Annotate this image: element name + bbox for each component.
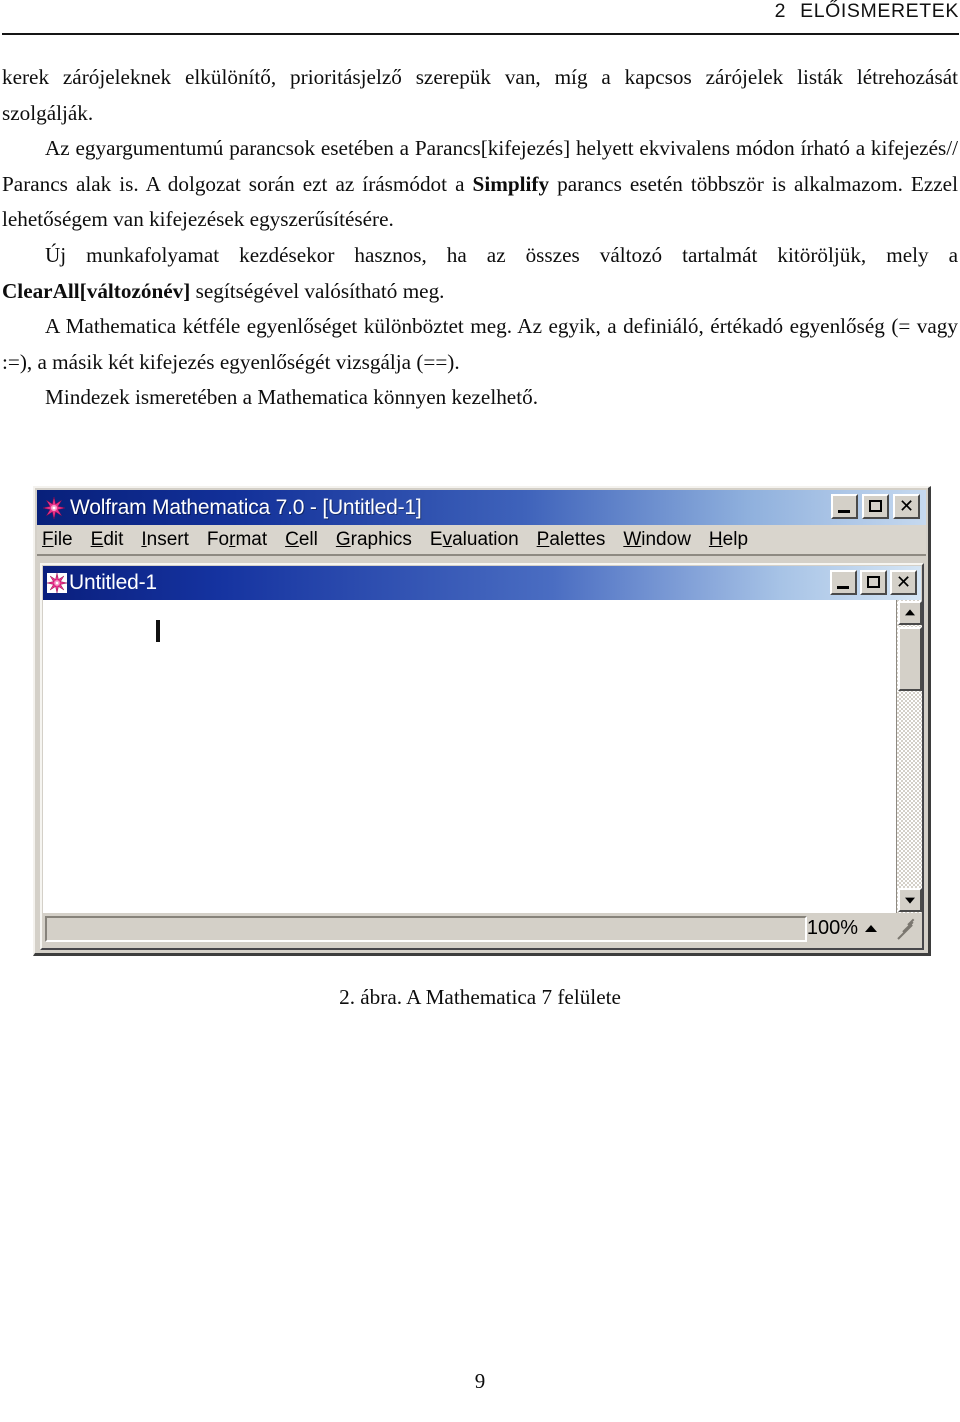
menu-item-file[interactable]: File <box>42 529 73 551</box>
notebook-titlebar[interactable]: Untitled-1 ✕ <box>43 566 921 600</box>
minimize-icon <box>837 586 849 589</box>
figure-caption: 2. ábra. A Mathematica 7 felülete <box>339 985 621 1009</box>
menu-item-evaluation[interactable]: Evaluation <box>430 529 519 551</box>
text-run: Mindezek ismeretében a Mathematica könny… <box>45 385 538 410</box>
running-head-section-number: 2 <box>774 0 787 22</box>
emphasis-run: ClearAll[változónév] <box>2 278 191 303</box>
paragraph-4: A Mathematica kétféle egyenlőséget külön… <box>2 309 958 380</box>
paragraph-5: Mindezek ismeretében a Mathematica könny… <box>2 380 958 416</box>
page-number: 9 <box>474 1369 486 1393</box>
body-text: kerek zárójeleknek elkülönítő, prioritás… <box>2 60 958 416</box>
minimize-button[interactable] <box>831 494 858 519</box>
menu-item-help[interactable]: Help <box>709 529 748 551</box>
mathematica-spikey-icon <box>43 496 65 519</box>
maximize-icon <box>867 576 880 588</box>
resize-grip-icon[interactable] <box>894 918 918 944</box>
scrollbar-thumb[interactable] <box>898 627 922 691</box>
menu-item-palettes[interactable]: Palettes <box>537 529 606 551</box>
text-run: Új munkafolyamat kezdésekor hasznos, ha … <box>45 242 958 267</box>
notebook-minimize-button[interactable] <box>830 570 857 595</box>
triangle-down-icon <box>905 897 915 904</box>
maximize-icon <box>869 500 882 512</box>
text-run: A Mathematica kétféle egyenlőséget külön… <box>2 314 958 374</box>
close-icon: ✕ <box>898 496 915 516</box>
paragraph-2: Az egyargumentumú parancsok esetében a P… <box>2 131 958 238</box>
triangle-up-icon <box>905 609 915 616</box>
scroll-down-button[interactable] <box>898 888 922 912</box>
notebook-child-window: Untitled-1 ✕ 100% <box>40 563 924 950</box>
emphasis-run: Simplify <box>472 171 550 196</box>
menu-item-graphics[interactable]: Graphics <box>336 529 412 551</box>
mathematica-application-window: Wolfram Mathematica 7.0 - [Untitled-1] ✕… <box>33 486 931 956</box>
paragraph-3: Új munkafolyamat kezdésekor hasznos, ha … <box>2 238 958 309</box>
notebook-close-button[interactable]: ✕ <box>890 570 917 595</box>
running-head-section-title: ELŐISMERETEK <box>800 0 959 22</box>
notebook-maximize-button[interactable] <box>860 570 887 595</box>
notebook-statusbar: 100% <box>43 913 921 947</box>
menu-item-cell[interactable]: Cell <box>285 529 318 551</box>
menu-item-format[interactable]: Format <box>207 529 267 551</box>
application-titlebar[interactable]: Wolfram Mathematica 7.0 - [Untitled-1] ✕ <box>37 490 926 525</box>
notebook-title: Untitled-1 <box>69 571 157 594</box>
close-button[interactable]: ✕ <box>893 494 920 519</box>
zoom-dropdown-arrow-icon[interactable] <box>865 925 877 932</box>
notebook-window-controls: ✕ <box>830 570 917 595</box>
running-head: 2 ELŐISMERETEK <box>775 0 959 23</box>
zoom-level-label[interactable]: 100% <box>807 917 858 940</box>
mathematica-spikey-icon-small <box>46 572 68 594</box>
close-icon: ✕ <box>895 572 912 592</box>
menubar: File Edit Insert Format Cell Graphics Evaluati… <box>37 525 926 556</box>
text-run: kerek zárójeleknek elkülönítő, prioritás… <box>2 65 958 125</box>
minimize-icon <box>838 510 850 513</box>
menu-item-edit[interactable]: Edit <box>91 529 124 551</box>
figure-mathematica-screenshot: Wolfram Mathematica 7.0 - [Untitled-1] ✕… <box>33 486 931 956</box>
menu-item-insert[interactable]: Insert <box>141 529 189 551</box>
scroll-up-button[interactable] <box>898 601 922 625</box>
maximize-button[interactable] <box>862 494 889 519</box>
page-header: 2 ELŐISMERETEK <box>0 0 960 42</box>
header-rule <box>2 33 959 35</box>
application-title: Wolfram Mathematica 7.0 - [Untitled-1] <box>70 495 422 519</box>
notebook-canvas[interactable] <box>43 600 921 913</box>
text-run: segítségével valósítható meg. <box>190 278 445 303</box>
text-caret <box>156 620 160 642</box>
menu-item-window[interactable]: Window <box>623 529 691 551</box>
status-message-panel <box>45 916 807 942</box>
application-window-controls: ✕ <box>831 494 920 519</box>
vertical-scrollbar[interactable] <box>896 600 922 913</box>
paragraph-1: kerek zárójeleknek elkülönítő, prioritás… <box>2 60 958 131</box>
